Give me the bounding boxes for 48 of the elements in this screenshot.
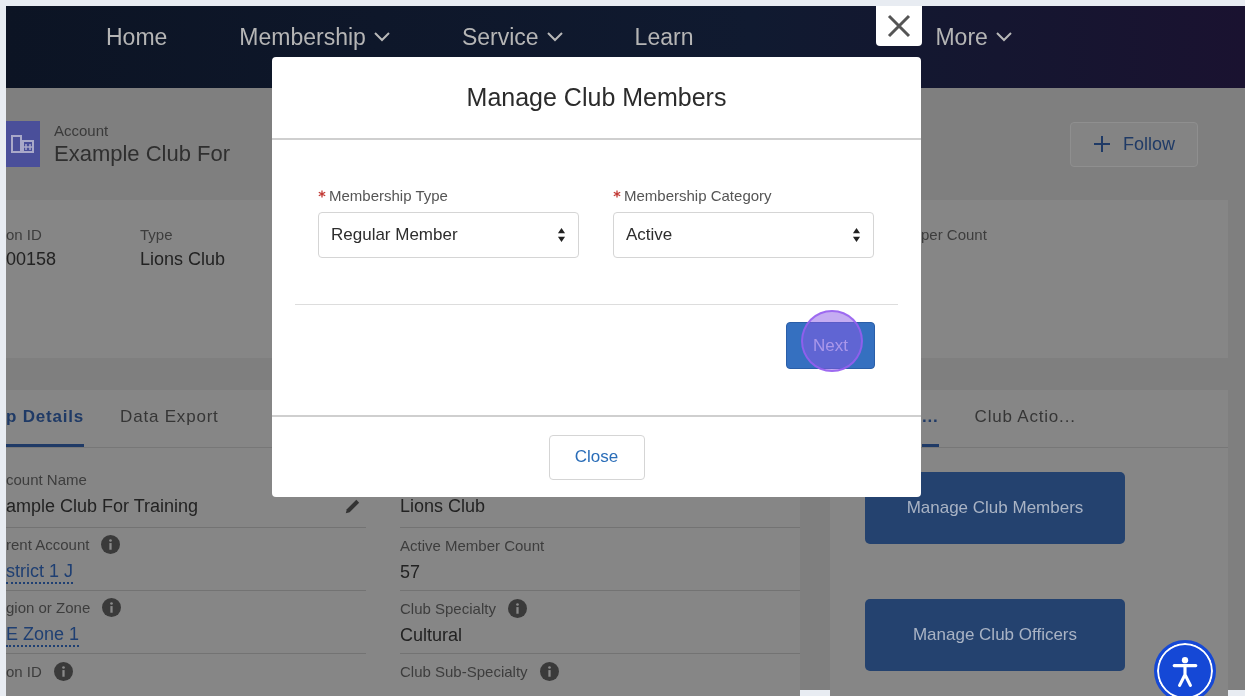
nav-link[interactable]: More xyxy=(935,22,1012,52)
field-label: Active Member Count xyxy=(400,536,545,554)
info-icon[interactable] xyxy=(101,535,121,554)
field-label: count Name xyxy=(6,471,87,488)
select-field[interactable]: Regular Member xyxy=(318,212,579,258)
info-icon[interactable] xyxy=(539,661,559,681)
close-button[interactable] xyxy=(876,6,922,46)
record-link[interactable]: strict 1 J xyxy=(6,560,73,584)
field-label: Club Sub-Specialty xyxy=(400,662,528,680)
nav-link[interactable]: Service xyxy=(461,22,563,52)
nav-link[interactable]: Home xyxy=(106,22,168,52)
info-icon[interactable] xyxy=(507,598,527,618)
select-field[interactable]: Active xyxy=(613,212,874,258)
field-value: 57 xyxy=(400,561,421,583)
nav-link[interactable]: Membership xyxy=(239,22,390,52)
tab[interactable]: p Details xyxy=(6,390,85,447)
field-value: ample Club For Training xyxy=(6,496,199,517)
object-type-label: Account xyxy=(54,121,110,139)
field-value: Lions Club xyxy=(400,496,486,517)
field-label: Club Specialty xyxy=(400,599,496,617)
record-name: Example Club For xyxy=(54,140,232,167)
info-icon[interactable] xyxy=(53,661,73,681)
field-value: 00158 xyxy=(6,249,57,270)
info-icon[interactable] xyxy=(102,598,122,617)
field-value: Cultural xyxy=(400,624,463,646)
close-button[interactable]: Close xyxy=(548,434,645,480)
tab[interactable]: Data Export xyxy=(120,390,219,447)
close-icon xyxy=(887,14,911,38)
action-button[interactable]: Manage Club Members xyxy=(865,472,1125,544)
select-arrows-icon xyxy=(557,227,566,243)
field-label: Membership Category xyxy=(624,187,772,204)
field-label: on ID xyxy=(6,662,42,680)
plus-icon xyxy=(1093,135,1111,153)
field-label: on ID xyxy=(6,226,42,243)
field-label: gion or Zone xyxy=(6,599,91,616)
field-label: rent Account xyxy=(6,536,90,553)
field-value: Lions Club xyxy=(140,249,226,270)
building-icon xyxy=(6,121,40,167)
record-link[interactable]: E Zone 1 xyxy=(6,623,80,647)
select-arrows-icon xyxy=(852,227,861,243)
follow-button[interactable]: Follow xyxy=(1070,121,1198,167)
nav-link[interactable]: Learn xyxy=(634,22,694,52)
modal-title: Manage Club Members xyxy=(466,83,727,112)
tab[interactable]: Club Actio... xyxy=(974,390,1076,447)
field-label: Type xyxy=(140,226,173,243)
field-label: Membership Type xyxy=(329,187,448,204)
action-button[interactable]: Manage Club Officers xyxy=(865,599,1125,671)
field-label: per Count xyxy=(921,226,987,243)
